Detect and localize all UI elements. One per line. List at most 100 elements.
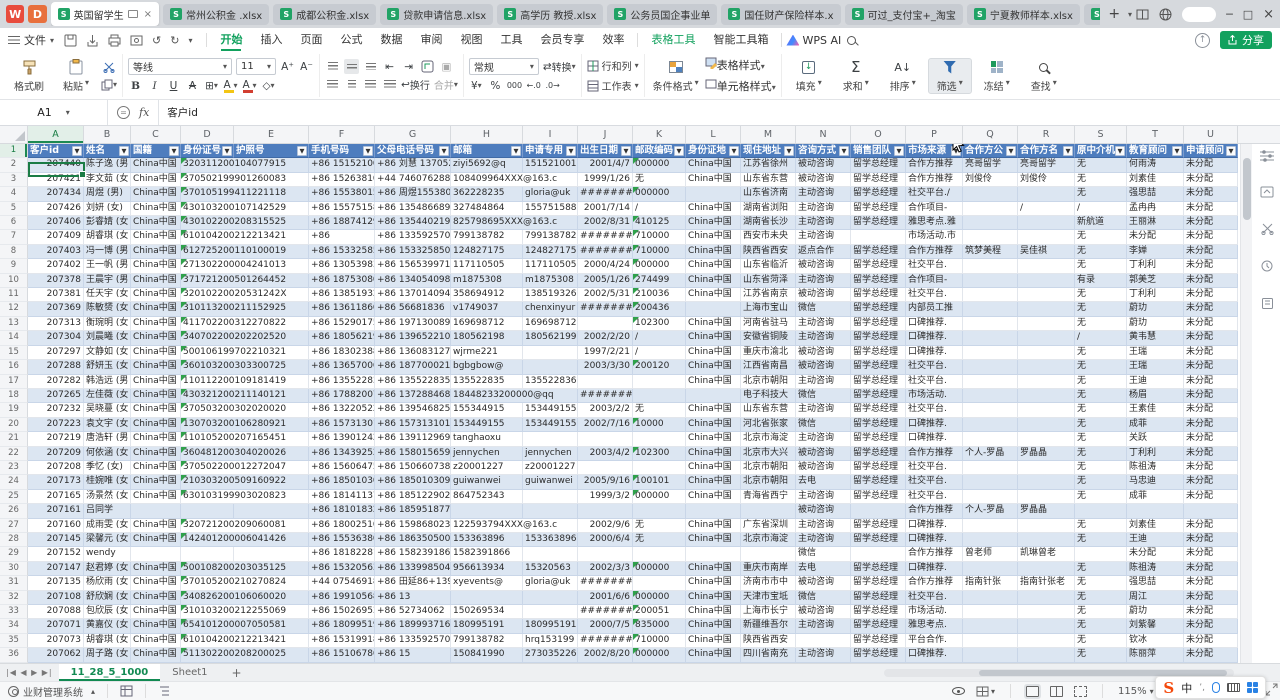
cell[interactable] bbox=[963, 490, 1018, 504]
cell[interactable] bbox=[1018, 634, 1075, 648]
cell[interactable]: tanghaoxu bbox=[451, 432, 523, 446]
col-header-T[interactable]: T bbox=[1127, 126, 1184, 143]
cell[interactable]: +86 15538015 bbox=[309, 187, 375, 201]
cell[interactable]: +86 bbox=[309, 230, 375, 244]
cell[interactable]: China中国 bbox=[131, 461, 181, 475]
cell[interactable]: 500106199702210321 bbox=[181, 346, 234, 360]
cell[interactable]: / bbox=[633, 331, 686, 345]
cell[interactable]: +86 1971300890 bbox=[375, 317, 451, 331]
filter-dropdown-icon[interactable]: ▼ bbox=[1172, 146, 1182, 156]
cell[interactable] bbox=[963, 403, 1018, 417]
cell[interactable]: 500108200203035125 bbox=[181, 562, 234, 576]
cell[interactable]: 18448233200000@qq bbox=[451, 389, 523, 403]
cell[interactable]: 未分配 bbox=[1184, 547, 1238, 561]
cell[interactable]: 任天宇 (女 bbox=[84, 288, 131, 302]
cell[interactable]: 亮哥留学 bbox=[1018, 158, 1075, 172]
cell[interactable]: 000000 bbox=[633, 259, 686, 273]
cell[interactable]: 207165 bbox=[28, 490, 84, 504]
cell[interactable]: 留学总经理 bbox=[851, 619, 906, 633]
cell[interactable]: 207434 bbox=[28, 187, 84, 201]
cell[interactable]: 320721200209060081 bbox=[181, 519, 234, 533]
cell[interactable]: China中国 bbox=[686, 432, 741, 446]
cell[interactable]: 无 bbox=[1075, 648, 1127, 662]
copy-icon[interactable]: ▾ bbox=[101, 77, 117, 92]
col-header-H[interactable]: H bbox=[451, 126, 523, 143]
keyboard-icon[interactable] bbox=[1227, 683, 1240, 692]
cell[interactable]: 主动咨询 bbox=[796, 533, 851, 547]
cell[interactable]: 社交平台. bbox=[906, 403, 963, 417]
format-painter-button[interactable]: 格式刷 bbox=[7, 59, 51, 93]
cell[interactable]: 无 bbox=[1075, 447, 1127, 461]
cell[interactable] bbox=[1018, 274, 1075, 288]
cell[interactable]: China中国 bbox=[686, 634, 741, 648]
cell[interactable] bbox=[963, 475, 1018, 489]
cell-grid-select-icon[interactable]: ▾ bbox=[976, 686, 995, 697]
align-center-icon[interactable] bbox=[344, 77, 359, 92]
cell[interactable]: 被动咨询 bbox=[796, 605, 851, 619]
cell[interactable] bbox=[1018, 317, 1075, 331]
cell[interactable]: 无 bbox=[1075, 475, 1127, 489]
cell[interactable]: 被动咨询 bbox=[796, 504, 851, 518]
cell[interactable]: 207421 bbox=[28, 173, 84, 187]
cell[interactable]: 口碑推荐. bbox=[906, 533, 963, 547]
cell[interactable]: 1999/3/2 bbox=[578, 490, 633, 504]
cell[interactable]: 未分配 bbox=[1184, 173, 1238, 187]
cell[interactable]: China中国 bbox=[686, 490, 741, 504]
row-header-24[interactable]: 24 bbox=[0, 475, 28, 489]
cell[interactable]: 207288 bbox=[28, 360, 84, 374]
search-icon[interactable] bbox=[847, 36, 856, 45]
cell[interactable]: 合作方推荐 bbox=[906, 245, 963, 259]
cell[interactable]: 370105200210270824 bbox=[181, 576, 234, 590]
cell[interactable] bbox=[181, 504, 234, 518]
font-name-select[interactable]: 等线▾ bbox=[128, 58, 232, 75]
cell[interactable]: 个人-罗晶 bbox=[963, 504, 1018, 518]
file-tab-3[interactable]: S贷款申请信息.xlsx bbox=[380, 4, 493, 25]
cell[interactable]: 207304 bbox=[28, 331, 84, 345]
cell[interactable] bbox=[1018, 187, 1075, 201]
cell[interactable]: 207073 bbox=[28, 634, 84, 648]
settings-sliders-icon[interactable] bbox=[1260, 150, 1274, 162]
cell[interactable]: 无 bbox=[1075, 461, 1127, 475]
col-header-S[interactable]: S bbox=[1075, 126, 1127, 143]
cell[interactable]: China中国 bbox=[686, 418, 741, 432]
cell[interactable]: 无 bbox=[1075, 302, 1127, 316]
cell[interactable]: 新疆维吾尔 bbox=[741, 619, 796, 633]
upload-icon[interactable]: ↑ bbox=[1195, 33, 1210, 48]
filter-dropdown-icon[interactable]: ▼ bbox=[729, 146, 739, 156]
col-header-E[interactable]: E bbox=[234, 126, 309, 143]
cell[interactable]: 合作方推荐 bbox=[906, 173, 963, 187]
cell[interactable]: 207108 bbox=[28, 591, 84, 605]
cell[interactable]: 微信 bbox=[796, 418, 851, 432]
cell[interactable] bbox=[963, 216, 1018, 230]
cell[interactable]: 主动咨询 bbox=[796, 519, 851, 533]
cell[interactable]: 2002/8/20 bbox=[578, 648, 633, 662]
cell[interactable] bbox=[1075, 504, 1127, 518]
cell[interactable]: 117110505 bbox=[523, 259, 578, 273]
filter-dropdown-icon[interactable]: ▼ bbox=[72, 146, 82, 156]
cell[interactable] bbox=[633, 375, 686, 389]
cell[interactable]: China中国 bbox=[131, 562, 181, 576]
cell[interactable]: 山东省东营 bbox=[741, 403, 796, 417]
cell[interactable]: 陈子逸 (男 bbox=[84, 158, 131, 172]
sheet-tab-sheet1[interactable]: Sheet1 bbox=[160, 664, 219, 681]
cell[interactable]: China中国 bbox=[131, 389, 181, 403]
cell[interactable]: +86 1859518772 bbox=[375, 504, 451, 518]
cell[interactable]: 未分配 bbox=[1184, 331, 1238, 345]
cell[interactable]: China中国 bbox=[131, 216, 181, 230]
filter-dropdown-icon[interactable]: ▼ bbox=[511, 146, 521, 156]
cell[interactable]: China中国 bbox=[131, 605, 181, 619]
header-cell[interactable]: 现住地址▼ bbox=[741, 144, 796, 158]
cell[interactable]: 袁文宇 (女 bbox=[84, 418, 131, 432]
cell[interactable]: 000000 bbox=[633, 187, 686, 201]
cell[interactable] bbox=[131, 547, 181, 561]
cell[interactable]: +86 刘慧 137052 bbox=[375, 158, 451, 172]
cell[interactable] bbox=[963, 562, 1018, 576]
cell[interactable]: China中国 bbox=[131, 475, 181, 489]
cell[interactable]: 2000/4/24 bbox=[578, 259, 633, 273]
cell[interactable]: 被动咨询 bbox=[796, 461, 851, 475]
cell[interactable]: z20001227 bbox=[523, 461, 578, 475]
cell[interactable]: China中国 bbox=[686, 591, 741, 605]
cell[interactable]: 2002/5/31 bbox=[578, 288, 633, 302]
cell[interactable]: 主动咨询 bbox=[796, 187, 851, 201]
header-cell[interactable]: 护照号▼ bbox=[234, 144, 309, 158]
